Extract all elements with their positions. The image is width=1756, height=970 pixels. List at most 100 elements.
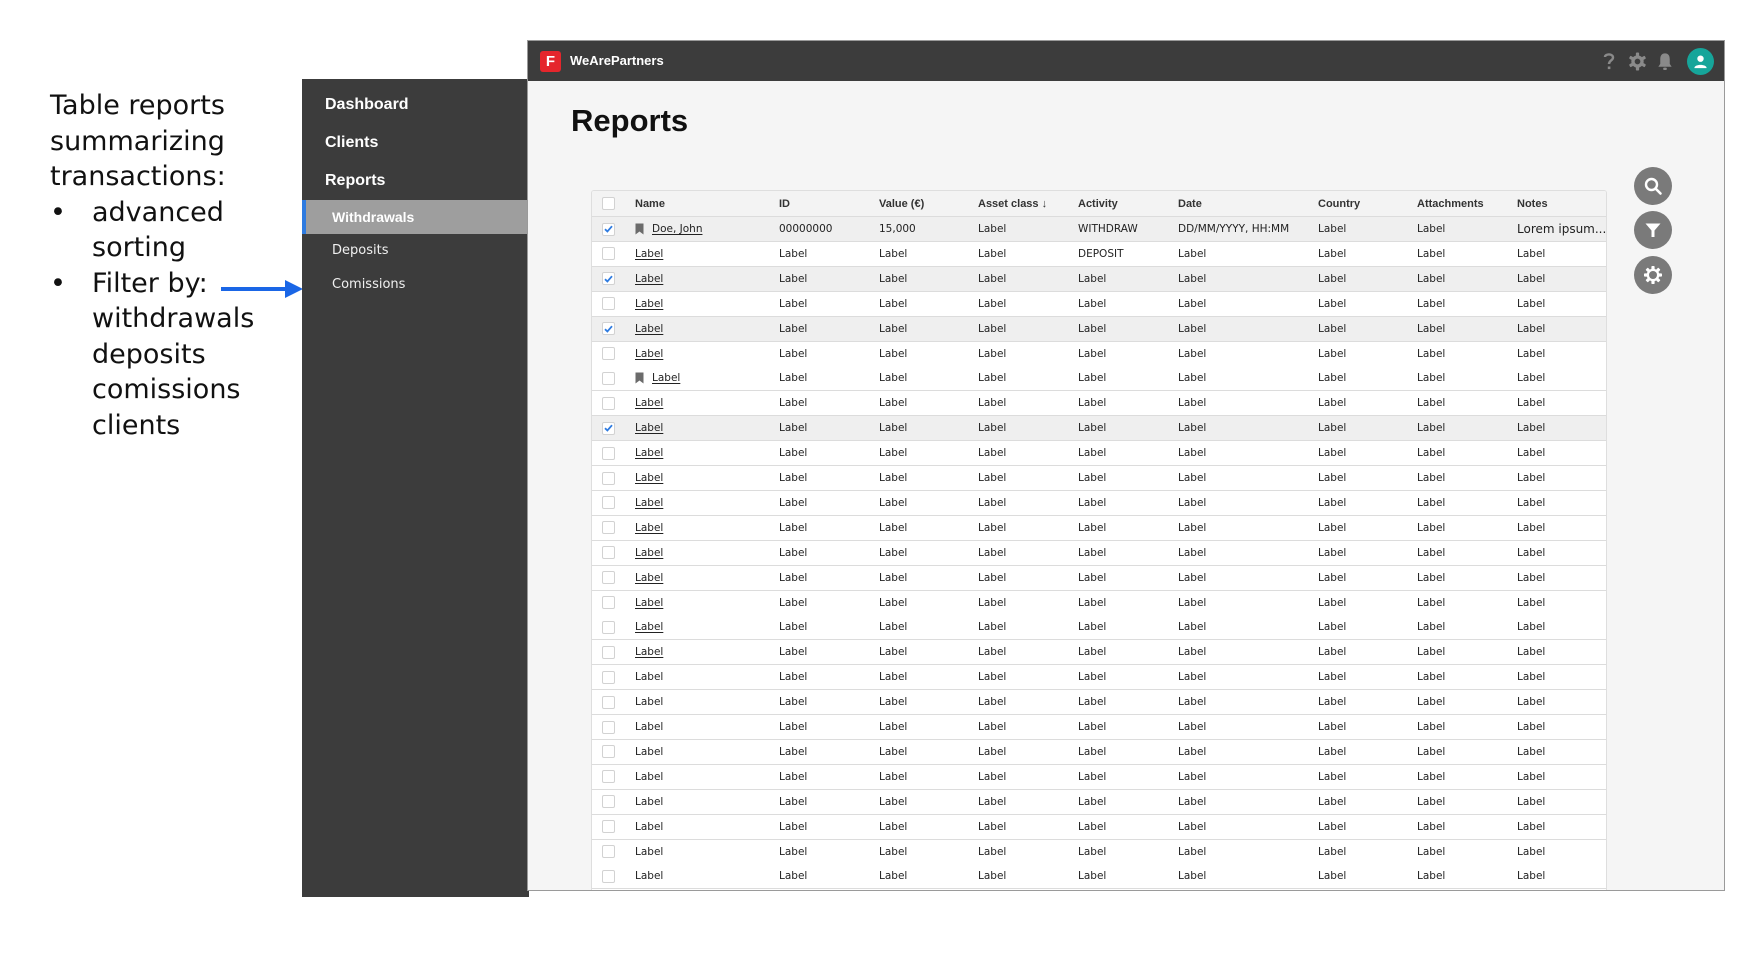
table-row[interactable]: Label Label Label Label Label Label Label Label… [592, 316, 1606, 342]
table-row[interactable]: Label Label Label Label Label Label Label Label… [592, 764, 1606, 790]
column-header-asset-class[interactable]: Asset class ↓ [978, 191, 1047, 216]
cell-name[interactable]: Label [635, 292, 663, 316]
cell-name[interactable]: Label [635, 591, 663, 615]
row-checkbox[interactable] [602, 416, 615, 440]
client-name-link[interactable]: Label [635, 422, 663, 434]
cell-name[interactable]: Label [635, 391, 663, 415]
table-row[interactable]: Label Label Label Label Label Label Label Label… [592, 515, 1606, 541]
table-row[interactable]: Label Label Label Label Label Label Label Label… [592, 441, 1606, 467]
table-row[interactable]: Label Label Label Label Label Label Label Label… [592, 640, 1606, 666]
sidebar-subitem-withdrawals[interactable]: Withdrawals [302, 200, 529, 234]
column-header-country[interactable]: Country [1318, 191, 1360, 216]
table-row[interactable]: Label Label Label Label Label Label Label Label… [592, 665, 1606, 691]
table-row[interactable]: Label Label Label Label Label Label Label Label… [592, 416, 1606, 442]
sidebar-subitem-deposits[interactable]: Deposits [302, 234, 529, 268]
sidebar-subitem-comissions[interactable]: Comissions [302, 268, 529, 302]
table-row[interactable]: Label Label Label Label Label Label Label Label… [592, 715, 1606, 740]
client-name-link[interactable]: Label [635, 447, 663, 459]
table-row[interactable]: Label Label Label Label Label Label Label Label… [592, 366, 1606, 392]
table-row[interactable]: Label Label Label Label Label Label Label Label… [592, 739, 1606, 765]
sidebar-item-reports[interactable]: Reports [325, 172, 385, 190]
bookmark-icon[interactable] [635, 372, 644, 384]
client-name-link[interactable]: Label [652, 372, 680, 384]
table-row[interactable]: Label Label Label Label Label Label Label Label… [592, 590, 1606, 616]
sidebar-item-clients[interactable]: Clients [325, 134, 378, 152]
table-row[interactable]: Label Label Label Label Label Label Label Label… [592, 341, 1606, 367]
client-name-link[interactable]: Doe, John [652, 223, 702, 235]
row-checkbox[interactable] [602, 516, 615, 540]
table-row[interactable]: Label Label Label Label Label Label Label Label… [592, 291, 1606, 317]
row-checkbox[interactable] [602, 715, 615, 739]
row-checkbox[interactable] [602, 466, 615, 490]
row-checkbox[interactable] [602, 665, 615, 689]
cell-name[interactable]: Label [635, 516, 663, 540]
row-checkbox[interactable] [602, 566, 615, 590]
client-name-link[interactable]: Label [635, 522, 663, 534]
cell-name[interactable]: Label [635, 615, 663, 639]
column-header-activity[interactable]: Activity [1078, 191, 1118, 216]
table-row[interactable]: Label Label Label Label Label Label Label Label… [592, 266, 1606, 292]
table-row[interactable]: Label Label Label Label Label Label Label Label… [592, 690, 1606, 716]
table-row[interactable]: Label Label Label Label Label Label Label Label… [592, 565, 1606, 591]
row-checkbox[interactable] [602, 317, 615, 341]
client-name-link[interactable]: Label [635, 621, 663, 633]
row-checkbox[interactable] [602, 815, 615, 839]
table-row[interactable]: Label Label Label Label Label Label Label Label… [592, 540, 1606, 566]
help-icon[interactable] [1599, 51, 1619, 71]
select-all-checkbox[interactable] [602, 191, 615, 216]
cell-name[interactable]: Label [635, 416, 663, 440]
cell-name[interactable]: Label [635, 491, 663, 515]
sidebar-item-dashboard[interactable]: Dashboard [325, 96, 409, 114]
row-checkbox[interactable] [602, 242, 615, 266]
client-name-link[interactable]: Label [635, 397, 663, 409]
table-row[interactable]: Label Label Label Label Label Label Label Label… [592, 789, 1606, 815]
column-header-notes[interactable]: Notes [1517, 191, 1548, 216]
settings-icon[interactable] [1627, 51, 1647, 71]
column-header-attachments[interactable]: Attachments [1417, 191, 1484, 216]
client-name-link[interactable]: Label [635, 298, 663, 310]
search-button[interactable] [1634, 167, 1672, 205]
row-checkbox[interactable] [602, 790, 615, 814]
client-name-link[interactable]: Label [635, 273, 663, 285]
brand-logo[interactable]: F [540, 51, 561, 72]
client-name-link[interactable]: Label [635, 597, 663, 609]
row-checkbox[interactable] [602, 640, 615, 664]
row-checkbox[interactable] [602, 690, 615, 714]
row-checkbox[interactable] [602, 864, 615, 888]
client-name-link[interactable]: Label [635, 497, 663, 509]
table-row[interactable]: Label Label Label Label Label Label Label Label… [592, 864, 1606, 890]
row-checkbox[interactable] [602, 591, 615, 615]
client-name-link[interactable]: Label [635, 323, 663, 335]
row-checkbox[interactable] [602, 740, 615, 764]
cell-name[interactable]: Label [635, 267, 663, 291]
cell-name[interactable]: Label [635, 317, 663, 341]
bookmark-icon[interactable] [635, 223, 644, 235]
table-row[interactable]: Label Label Label Label Label Label Label Label… [592, 466, 1606, 491]
row-checkbox[interactable] [602, 541, 615, 565]
column-header-name[interactable]: Name [635, 191, 665, 216]
row-checkbox[interactable] [602, 217, 615, 241]
client-name-link[interactable]: Label [635, 572, 663, 584]
table-row[interactable]: Label Label Label Label Label Label Label Label… [592, 490, 1606, 516]
table-row[interactable]: Label Label Label Label Label Label Label Label… [592, 391, 1606, 417]
row-checkbox[interactable] [602, 366, 615, 390]
filter-button[interactable] [1634, 211, 1672, 249]
cell-name[interactable]: Label [635, 466, 663, 490]
row-checkbox[interactable] [602, 491, 615, 515]
table-row[interactable]: Label Label Label Label Label Label Label Label… [592, 615, 1606, 641]
cell-name[interactable]: Label [635, 366, 680, 390]
row-checkbox[interactable] [602, 391, 615, 415]
cell-name[interactable]: Doe, John [635, 217, 702, 241]
client-name-link[interactable]: Label [635, 472, 663, 484]
row-checkbox[interactable] [602, 615, 615, 639]
table-row[interactable]: Label Label Label Label DEPOSIT Label Label Lab… [592, 241, 1606, 267]
cell-name[interactable]: Label [635, 441, 663, 465]
settings-button[interactable] [1634, 256, 1672, 294]
client-name-link[interactable]: Label [635, 646, 663, 658]
cell-name[interactable]: Label [635, 242, 663, 266]
row-checkbox[interactable] [602, 267, 615, 291]
table-row[interactable]: Label Label Label Label Label Label Label Label… [592, 814, 1606, 840]
row-checkbox[interactable] [602, 840, 615, 864]
column-header-date[interactable]: Date [1178, 191, 1202, 216]
client-name-link[interactable]: Label [635, 547, 663, 559]
